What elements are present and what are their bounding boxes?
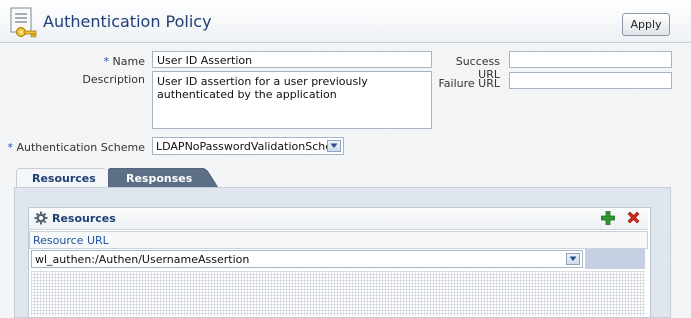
empty-table-area <box>31 271 645 316</box>
resources-panel-title: Resources <box>52 212 116 225</box>
name-label-text: Name <box>112 55 145 68</box>
policy-document-key-icon <box>9 7 39 39</box>
required-marker: * <box>7 141 14 154</box>
resources-header <box>29 208 648 230</box>
name-input[interactable]: User ID Assertion <box>152 51 432 68</box>
chevron-down-icon[interactable] <box>566 253 580 265</box>
failure-url-label: Failure URL <box>438 77 500 90</box>
remove-icon[interactable] <box>627 211 640 224</box>
success-url-input[interactable] <box>509 51 672 68</box>
add-icon[interactable] <box>601 211 615 225</box>
authentication-scheme-select[interactable]: LDAPNoPasswordValidationScheme <box>152 137 344 155</box>
name-label: * Name <box>40 55 145 68</box>
tab-resources[interactable]: Resources <box>16 168 106 188</box>
resource-url-value: wl_authen:/Authen/UsernameAssertion <box>35 252 250 266</box>
authentication-scheme-label-text: Authentication Scheme <box>16 141 146 154</box>
row-selection-highlight <box>585 249 645 269</box>
gear-icon <box>34 211 48 225</box>
page-title: Authentication Policy <box>43 12 212 31</box>
apply-button[interactable]: Apply <box>622 13 670 36</box>
required-marker: * <box>103 55 110 68</box>
chevron-down-icon[interactable] <box>327 140 341 152</box>
resource-url-column-header[interactable] <box>29 231 648 249</box>
resource-url-select[interactable]: wl_authen:/Authen/UsernameAssertion <box>31 250 583 268</box>
description-textarea[interactable]: User ID assertion for a user previously … <box>152 71 432 129</box>
authentication-scheme-label: * Authentication Scheme <box>0 141 146 154</box>
failure-url-input[interactable] <box>509 72 672 89</box>
resource-url-column-label: Resource URL <box>33 234 109 247</box>
authentication-scheme-value: LDAPNoPasswordValidationScheme <box>156 139 327 153</box>
description-label: Description <box>82 73 145 86</box>
tab-responses-label: Responses <box>126 172 193 185</box>
